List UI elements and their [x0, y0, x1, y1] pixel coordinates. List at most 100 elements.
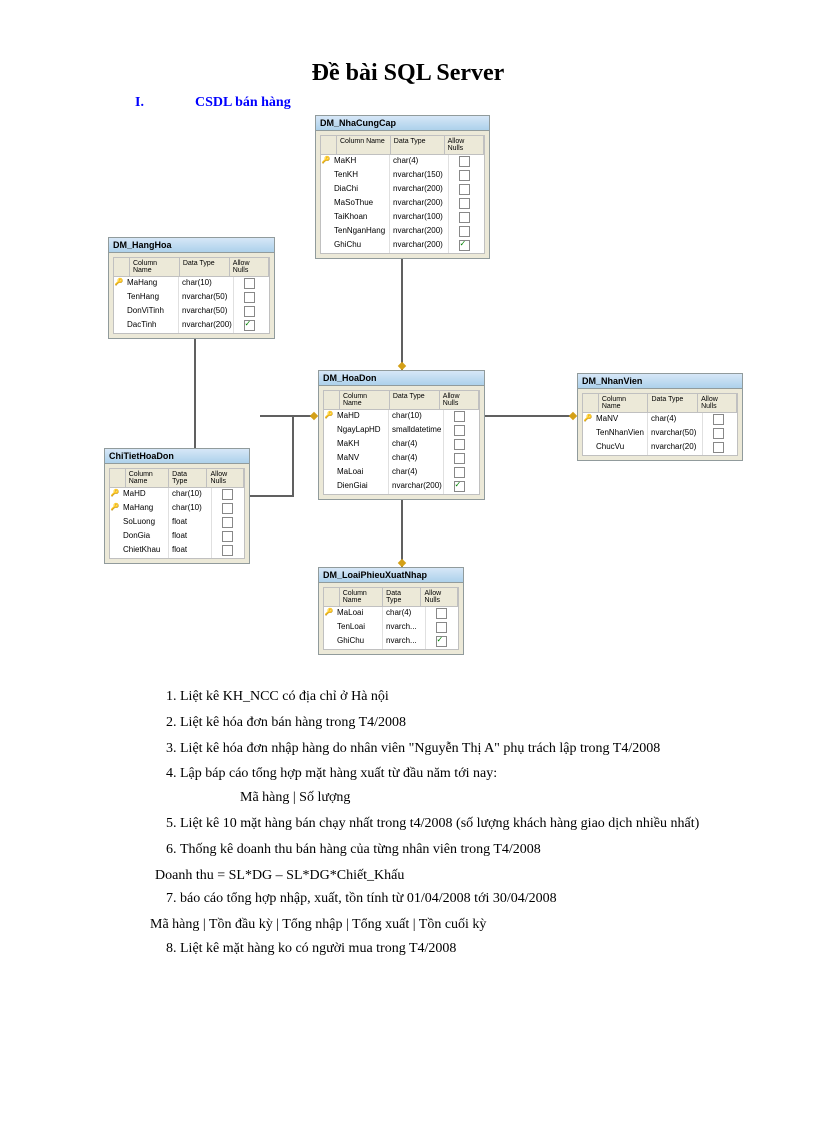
- checkbox-icon: [222, 531, 233, 542]
- column-name: TenHang: [124, 291, 178, 305]
- allow-null: [702, 441, 733, 455]
- col-header: Column Name: [340, 391, 390, 409]
- column-name: DonGia: [120, 530, 168, 544]
- table-row: DienGiainvarchar(200): [324, 480, 479, 494]
- column-name: ChietKhau: [120, 544, 168, 558]
- column-type: nvarchar(200): [178, 319, 233, 333]
- col-header: Allow Nulls: [230, 258, 269, 276]
- col-header: Data Type: [383, 588, 421, 606]
- table-row: TenLoainvarch...: [324, 621, 458, 635]
- column-type: nvarchar(100): [389, 211, 448, 225]
- column-type: char(4): [388, 466, 443, 480]
- checkbox-icon: [459, 226, 470, 237]
- allow-null: [448, 197, 479, 211]
- table-loaiphieu: DM_LoaiPhieuXuatNhap Column Name Data Ty…: [318, 567, 464, 655]
- allow-null: [425, 635, 456, 649]
- column-type: nvarchar(200): [388, 480, 443, 494]
- table-row: MaLoaichar(4): [324, 466, 479, 480]
- table-row: TenNganHangnvarchar(200): [321, 225, 484, 239]
- table-rows: 🔑MaHangchar(10)TenHangnvarchar(50)DonViT…: [114, 277, 269, 333]
- table-row: DiaChinvarchar(200): [321, 183, 484, 197]
- column-name: MaHD: [120, 488, 168, 502]
- table-row: 🔑MaHangchar(10): [110, 502, 244, 516]
- checkbox-icon: [222, 517, 233, 528]
- table-row: 🔑MaLoaichar(4): [324, 607, 458, 621]
- key-icon: 🔑: [111, 504, 120, 511]
- allow-null: [448, 169, 479, 183]
- column-name: MaNV: [334, 452, 388, 466]
- col-header: Column Name: [130, 258, 180, 276]
- question-item: Liệt kê 10 mặt hàng bán chạy nhất trong …: [180, 812, 726, 836]
- table-hoadon: DM_HoaDon Column Name Data Type Allow Nu…: [318, 370, 485, 500]
- column-name: MaLoai: [334, 607, 382, 621]
- checkbox-icon: [454, 453, 465, 464]
- column-type: nvarchar(50): [178, 291, 233, 305]
- checkbox-icon: [244, 320, 255, 331]
- allow-null: [443, 452, 474, 466]
- question-item: Liệt kê KH_NCC có địa chỉ ở Hà nội: [180, 685, 726, 709]
- table-row: NgayLapHDsmalldatetime: [324, 424, 479, 438]
- column-type: nvarch...: [382, 635, 425, 649]
- question-item: Liệt kê hóa đơn nhập hàng do nhân viên "…: [180, 737, 726, 761]
- allow-null: [211, 502, 242, 516]
- checkbox-icon: [713, 414, 724, 425]
- table-row: MaSoThuenvarchar(200): [321, 197, 484, 211]
- checkbox-icon: [436, 622, 447, 633]
- column-type: char(10): [388, 410, 443, 424]
- column-name: TaiKhoan: [331, 211, 389, 225]
- column-name: MaHD: [334, 410, 388, 424]
- table-row: DonViTinhnvarchar(50): [114, 305, 269, 319]
- checkbox-icon: [244, 306, 255, 317]
- table-rows: 🔑MaHDchar(10)NgayLapHDsmalldatetimeMaKHc…: [324, 410, 479, 494]
- column-type: char(4): [388, 438, 443, 452]
- column-name: DonViTinh: [124, 305, 178, 319]
- column-name: MaKH: [331, 155, 389, 169]
- checkbox-icon: [459, 198, 470, 209]
- column-name: GhiChu: [334, 635, 382, 649]
- column-type: char(10): [168, 488, 211, 502]
- column-name: TenKH: [331, 169, 389, 183]
- allow-null: [443, 466, 474, 480]
- rel-line: [260, 415, 315, 417]
- col-header: Allow Nulls: [421, 588, 458, 606]
- column-name: DiaChi: [331, 183, 389, 197]
- allow-null: [211, 544, 242, 558]
- rel-line: [401, 240, 403, 370]
- col-header: Allow Nulls: [207, 469, 244, 487]
- section-label: CSDL bán hàng: [195, 95, 291, 111]
- table-rows: 🔑MaLoaichar(4)TenLoainvarch...GhiChunvar…: [324, 607, 458, 649]
- column-type: nvarchar(200): [389, 197, 448, 211]
- column-name: GhiChu: [331, 239, 389, 253]
- table-title: DM_HangHoa: [109, 238, 274, 253]
- key-icon: 🔑: [584, 415, 593, 422]
- checkbox-icon: [454, 481, 465, 492]
- table-title: ChiTietHoaDon: [105, 449, 249, 464]
- allow-null: [233, 305, 264, 319]
- rel-line: [247, 495, 294, 497]
- section-header: I. CSDL bán hàng: [135, 95, 816, 111]
- table-row: GhiChunvarch...: [324, 635, 458, 649]
- checkbox-icon: [454, 439, 465, 450]
- column-name: ChucVu: [593, 441, 647, 455]
- table-row: SoLuongfloat: [110, 516, 244, 530]
- question-item: Liệt kê mặt hàng ko có người mua trong T…: [180, 937, 726, 961]
- allow-null: [425, 621, 456, 635]
- key-icon: 🔑: [325, 609, 334, 616]
- table-row: MaKHchar(4): [324, 438, 479, 452]
- column-type: nvarchar(200): [389, 225, 448, 239]
- table-row: 🔑MaHDchar(10): [110, 488, 244, 502]
- checkbox-icon: [713, 442, 724, 453]
- col-header: Data Type: [180, 258, 230, 276]
- table-row: 🔑MaKHchar(4): [321, 155, 484, 169]
- rel-endpoint: [398, 362, 406, 370]
- table-rows: 🔑MaKHchar(4)TenKHnvarchar(150)DiaChinvar…: [321, 155, 484, 253]
- key-icon: 🔑: [115, 279, 124, 286]
- rel-line: [485, 415, 575, 417]
- table-row: DacTinhnvarchar(200): [114, 319, 269, 333]
- column-type: float: [168, 544, 211, 558]
- table-row: TaiKhoannvarchar(100): [321, 211, 484, 225]
- question-list: Liệt kê KH_NCC có địa chỉ ở Hà nội Liệt …: [155, 685, 726, 961]
- column-type: char(10): [168, 502, 211, 516]
- allow-null: [211, 488, 242, 502]
- table-rows: 🔑MaNVchar(4)TenNhanViennvarchar(50)ChucV…: [583, 413, 737, 455]
